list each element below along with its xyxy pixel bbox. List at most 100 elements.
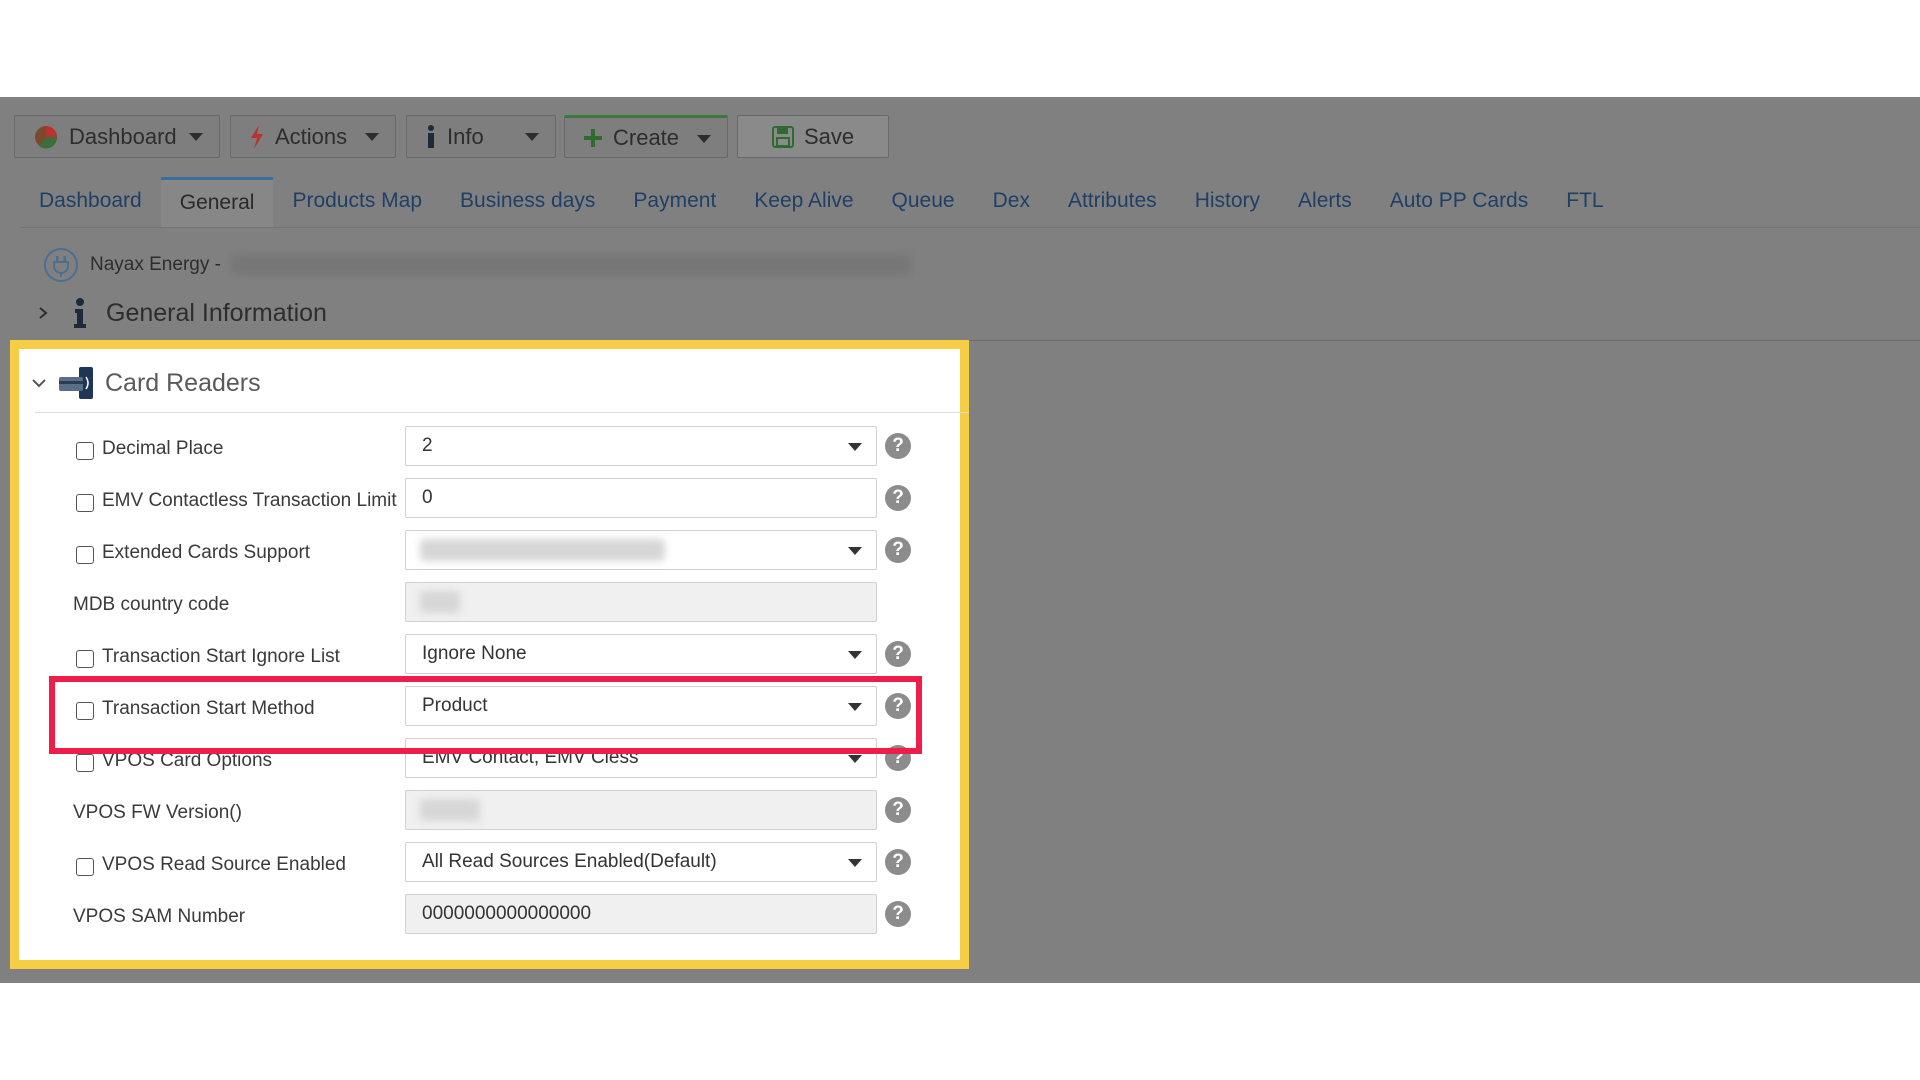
info-icon bbox=[74, 298, 86, 328]
vpos-read-source-enabled-checkbox[interactable] bbox=[76, 858, 94, 876]
setting-row-vpos-read-source-enabled: VPOS Read Source Enabled All Read Source… bbox=[19, 836, 960, 888]
plus-icon bbox=[584, 128, 602, 147]
transaction-start-method-value: Product bbox=[422, 695, 488, 716]
decimal-place-label: Decimal Place bbox=[102, 438, 224, 459]
vpos-fw-version-field bbox=[405, 790, 877, 830]
help-icon[interactable]: ? bbox=[885, 901, 911, 927]
card-readers-title: Card Readers bbox=[105, 368, 261, 397]
floppy-disk-icon bbox=[772, 125, 794, 148]
setting-row-mdb-country-code: MDB country code bbox=[19, 576, 960, 628]
help-icon[interactable]: ? bbox=[885, 537, 911, 563]
device-header: Nayax Energy - bbox=[42, 247, 911, 283]
chevron-down-icon bbox=[848, 651, 862, 659]
tab-payment[interactable]: Payment bbox=[614, 177, 735, 227]
emv-contactless-limit-checkbox[interactable] bbox=[76, 494, 94, 512]
transaction-start-ignore-list-value: Ignore None bbox=[422, 643, 527, 664]
tab-ftl[interactable]: FTL bbox=[1547, 177, 1622, 227]
extended-cards-support-select[interactable] bbox=[405, 530, 877, 570]
help-icon[interactable]: ? bbox=[885, 433, 911, 459]
transaction-start-method-checkbox[interactable] bbox=[76, 702, 94, 720]
vpos-fw-version-label: VPOS FW Version() bbox=[73, 802, 242, 823]
redacted-value bbox=[420, 591, 460, 613]
vpos-card-options-select[interactable]: EMV Contact, EMV Cless bbox=[405, 738, 877, 778]
actions-menu-button[interactable]: Actions bbox=[230, 115, 396, 158]
help-icon[interactable]: ? bbox=[885, 745, 911, 771]
decimal-place-select[interactable]: 2 bbox=[405, 426, 877, 466]
transaction-start-ignore-list-checkbox[interactable] bbox=[76, 650, 94, 668]
tab-bar: Dashboard General Products Map Business … bbox=[20, 177, 1623, 227]
info-menu-label: Info bbox=[447, 123, 484, 149]
chevron-down-icon bbox=[848, 703, 862, 711]
tab-history[interactable]: History bbox=[1176, 177, 1279, 227]
vpos-read-source-enabled-value: All Read Sources Enabled(Default) bbox=[422, 851, 717, 872]
tab-business-days[interactable]: Business days bbox=[441, 177, 614, 227]
help-icon[interactable]: ? bbox=[885, 849, 911, 875]
save-button[interactable]: Save bbox=[737, 115, 889, 158]
chevron-down-icon bbox=[365, 133, 379, 141]
device-name-prefix: Nayax Energy - bbox=[90, 254, 221, 275]
power-plug-icon bbox=[44, 248, 78, 282]
tab-dex[interactable]: Dex bbox=[974, 177, 1049, 227]
extended-cards-support-label: Extended Cards Support bbox=[102, 542, 311, 563]
help-icon[interactable]: ? bbox=[885, 485, 911, 511]
card-readers-section-header[interactable]: Card Readers bbox=[31, 363, 261, 403]
redacted-value bbox=[420, 799, 480, 821]
create-menu-button[interactable]: Create bbox=[564, 115, 728, 158]
tab-divider bbox=[20, 227, 1920, 228]
chevron-down-icon bbox=[32, 379, 46, 388]
vpos-card-options-value: EMV Contact, EMV Cless bbox=[422, 747, 639, 768]
tab-auto-pp-cards[interactable]: Auto PP Cards bbox=[1371, 177, 1548, 227]
decimal-place-checkbox[interactable] bbox=[76, 442, 94, 460]
setting-row-decimal-place: Decimal Place 2 ? bbox=[19, 420, 960, 472]
vpos-card-options-label: VPOS Card Options bbox=[102, 750, 273, 771]
transaction-start-ignore-list-select[interactable]: Ignore None bbox=[405, 634, 877, 674]
tab-attributes[interactable]: Attributes bbox=[1049, 177, 1176, 227]
general-information-title: General Information bbox=[106, 298, 327, 327]
mdb-country-code-label: MDB country code bbox=[73, 594, 230, 615]
info-icon bbox=[428, 124, 434, 148]
pie-chart-icon bbox=[35, 125, 58, 149]
tab-keep-alive[interactable]: Keep Alive bbox=[735, 177, 872, 227]
lightning-icon bbox=[251, 124, 263, 149]
setting-row-vpos-fw-version: VPOS FW Version() ? bbox=[19, 784, 960, 836]
help-icon[interactable]: ? bbox=[885, 693, 911, 719]
vpos-card-options-checkbox[interactable] bbox=[76, 754, 94, 772]
tab-products-map[interactable]: Products Map bbox=[273, 177, 441, 227]
chevron-down-icon bbox=[848, 547, 862, 555]
redacted-value bbox=[420, 539, 665, 561]
section-divider bbox=[969, 340, 1920, 341]
redacted-device-name bbox=[230, 255, 911, 275]
dashboard-menu-label: Dashboard bbox=[69, 123, 177, 149]
emv-contactless-limit-value: 0 bbox=[422, 487, 433, 508]
help-icon[interactable]: ? bbox=[885, 641, 911, 667]
general-information-section-header[interactable]: General Information bbox=[36, 297, 327, 329]
setting-row-emv-contactless-limit: EMV Contactless Transaction Limit 0 ? bbox=[19, 472, 960, 524]
chevron-down-icon bbox=[525, 133, 539, 141]
decimal-place-value: 2 bbox=[422, 435, 433, 456]
help-icon[interactable]: ? bbox=[885, 797, 911, 823]
vpos-read-source-enabled-label: VPOS Read Source Enabled bbox=[102, 854, 346, 875]
extended-cards-support-checkbox[interactable] bbox=[76, 546, 94, 564]
setting-row-vpos-sam-number: VPOS SAM Number 0000000000000000 ? bbox=[19, 888, 960, 940]
chevron-down-icon bbox=[848, 443, 862, 451]
tab-dashboard[interactable]: Dashboard bbox=[20, 177, 161, 227]
dashboard-menu-button[interactable]: Dashboard bbox=[14, 115, 220, 158]
panel-divider bbox=[35, 412, 969, 413]
info-menu-button[interactable]: Info bbox=[406, 115, 556, 158]
tab-alerts[interactable]: Alerts bbox=[1279, 177, 1371, 227]
setting-row-extended-cards-support: Extended Cards Support ? bbox=[19, 524, 960, 576]
chevron-down-icon bbox=[848, 859, 862, 867]
chevron-down-icon bbox=[189, 133, 203, 141]
chevron-down-icon bbox=[697, 135, 711, 143]
tab-general[interactable]: General bbox=[160, 177, 274, 227]
emv-contactless-limit-label: EMV Contactless Transaction Limit bbox=[102, 490, 397, 511]
card-readers-panel: Card Readers Decimal Place 2 ? EMV Conta… bbox=[10, 340, 969, 969]
transaction-start-method-select[interactable]: Product bbox=[405, 686, 877, 726]
emv-contactless-limit-input[interactable]: 0 bbox=[405, 478, 877, 518]
actions-menu-label: Actions bbox=[275, 123, 348, 149]
vpos-sam-number-label: VPOS SAM Number bbox=[73, 906, 246, 927]
mdb-country-code-field bbox=[405, 582, 877, 622]
vpos-sam-number-field: 0000000000000000 bbox=[405, 894, 877, 934]
tab-queue[interactable]: Queue bbox=[873, 177, 974, 227]
vpos-read-source-enabled-select[interactable]: All Read Sources Enabled(Default) bbox=[405, 842, 877, 882]
